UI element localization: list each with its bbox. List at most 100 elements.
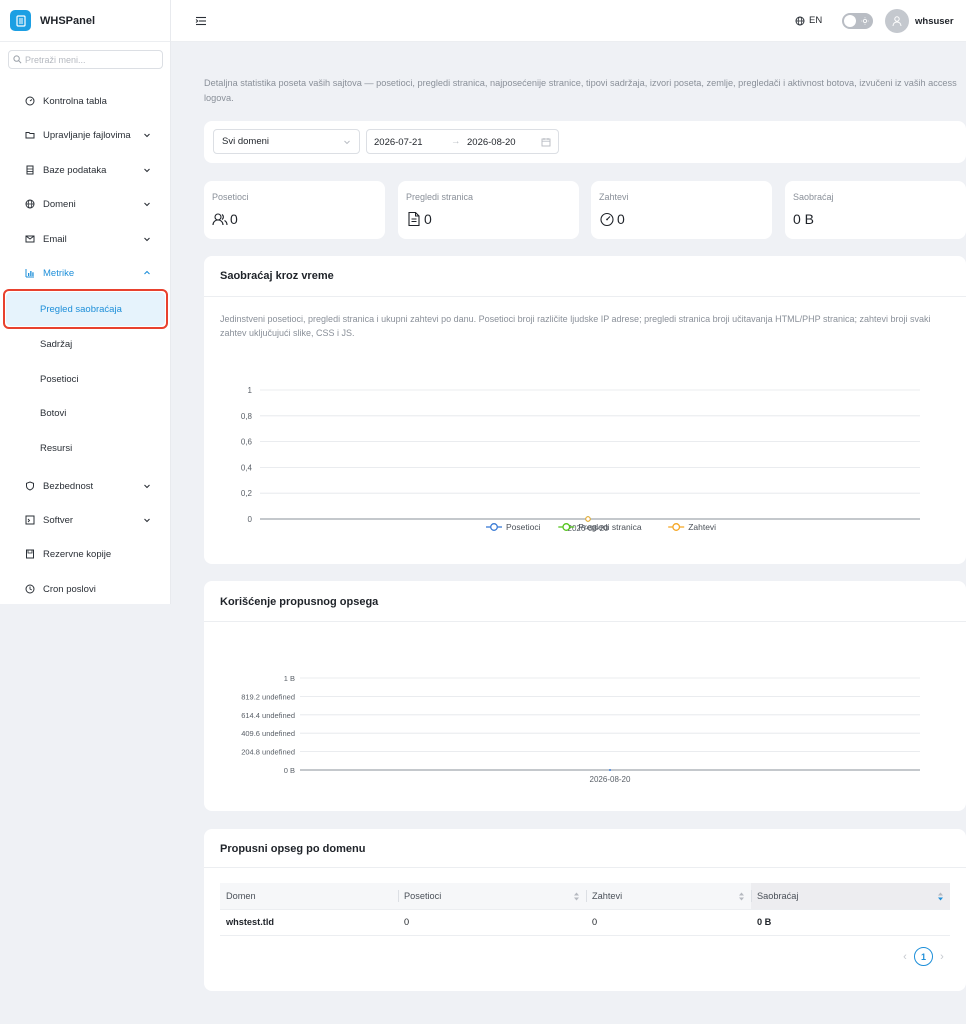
- sidebar-item-baze-podataka[interactable]: Baze podataka: [0, 155, 171, 185]
- stat-value-row: 0: [406, 211, 432, 227]
- globe-icon: [795, 16, 805, 25]
- software-icon: [24, 515, 35, 526]
- divider: [204, 621, 966, 622]
- table-row: whstest.tld 0 0 0 B: [220, 909, 950, 936]
- sort-icon[interactable]: [738, 892, 745, 901]
- domain-select[interactable]: Svi domeni: [213, 129, 360, 154]
- column-header-domen: Domen: [220, 883, 398, 910]
- sidebar-subitem-resursi[interactable]: Resursi: [40, 443, 72, 454]
- sidebar-item-cron-poslovi[interactable]: Cron poslovi: [0, 574, 171, 604]
- column-divider: [586, 890, 587, 902]
- date-range-picker[interactable]: 2026-07-21 → 2026-08-20: [366, 129, 559, 154]
- topbar: EN whsuser: [171, 0, 966, 42]
- y-tick-label: 614.4 undefined: [241, 711, 295, 720]
- date-from[interactable]: 2026-07-21: [374, 137, 423, 148]
- stat-value-row: 0: [212, 211, 238, 227]
- bar-chart-icon: [24, 268, 35, 279]
- sidebar-item-email[interactable]: Email: [0, 224, 171, 254]
- date-to[interactable]: 2026-08-20: [467, 137, 516, 148]
- sidebar-subitem-botovi[interactable]: Botovi: [40, 408, 66, 419]
- arrow-right-icon: →: [451, 136, 461, 147]
- sidebar-subitem-pregled-saobracaja[interactable]: Pregled saobraćaja: [6, 292, 165, 326]
- sidebar-subitem-posetioci[interactable]: Posetioci: [40, 374, 79, 385]
- stat-value-row: 0: [599, 211, 625, 227]
- sidebar-item-label: Domeni: [43, 198, 76, 210]
- sidebar-item-label: Rezervne kopije: [43, 548, 112, 560]
- username[interactable]: whsuser: [915, 16, 954, 27]
- sidebar-item-metrike[interactable]: Metrike: [0, 258, 171, 288]
- cell-visitors: 0: [398, 909, 586, 936]
- data-point: [585, 516, 591, 522]
- stat-card-zahtevi: Zahtevi 0: [591, 181, 772, 239]
- traffic-over-time-card: Saobraćaj kroz vreme Jedinstveni posetio…: [204, 256, 966, 564]
- language-switcher[interactable]: EN: [795, 15, 822, 26]
- menu-toggle-icon[interactable]: [195, 15, 207, 27]
- cell-traffic: 0 B: [751, 909, 950, 936]
- stat-value: 0: [424, 211, 432, 227]
- user-icon: [892, 16, 902, 27]
- divider: [204, 296, 966, 297]
- stat-label: Pregledi stranica: [406, 192, 474, 202]
- sort-icon[interactable]: [573, 892, 580, 901]
- sidebar-item-upravljanje-fajlovima[interactable]: Upravljanje fajlovima: [0, 120, 171, 150]
- sidebar-item-rezervne-kopije[interactable]: Rezervne kopije: [0, 539, 171, 569]
- sidebar-item-kontrolna-tabla[interactable]: Kontrolna tabla: [0, 86, 171, 116]
- legend-marker: [490, 523, 498, 531]
- sidebar-item-softver[interactable]: Softver: [0, 505, 171, 535]
- avatar[interactable]: [885, 9, 909, 33]
- clock-icon: [24, 584, 35, 595]
- card-title: Korišćenje propusnog opsega: [220, 596, 379, 608]
- domain-table: Domen Posetioci Zahtevi Saobraćaj whstes…: [220, 883, 950, 936]
- prev-page-icon[interactable]: ‹: [900, 951, 910, 963]
- y-tick-label: 1 B: [284, 674, 295, 683]
- sidebar-subitem-sadrzaj[interactable]: Sadržaj: [40, 339, 72, 350]
- chevron-down-icon: [144, 202, 150, 207]
- theme-toggle[interactable]: [842, 13, 873, 29]
- sidebar-item-label: Metrike: [43, 267, 75, 279]
- file-icon: [406, 211, 422, 227]
- y-tick-label: 0: [248, 515, 253, 524]
- y-tick-label: 0,6: [241, 438, 253, 447]
- legend-label: Pregledi stranica: [578, 522, 642, 532]
- stat-value: 0: [617, 211, 625, 227]
- y-tick-label: 0,4: [241, 463, 253, 472]
- mail-icon: [24, 234, 35, 245]
- stat-label: Zahtevi: [599, 192, 629, 202]
- sidebar-item-bezbednost[interactable]: Bezbednost: [0, 471, 171, 501]
- divider: [204, 867, 966, 868]
- users-icon: [212, 211, 228, 227]
- stat-value: 0 B: [793, 211, 815, 227]
- traffic-chart: 00,20,40,60,812026-08-20Posetioci Pregled…: [241, 386, 920, 533]
- calendar-icon: [541, 138, 551, 147]
- column-header-saobracaj[interactable]: Saobraćaj: [751, 883, 950, 910]
- sidebar-item-domeni[interactable]: Domeni: [0, 189, 171, 219]
- filter-bar: Svi domeni 2026-07-21 → 2026-08-20: [204, 121, 966, 163]
- y-tick-label: 409.6 undefined: [241, 729, 295, 738]
- page-number[interactable]: 1: [914, 947, 933, 966]
- sort-desc-icon[interactable]: [937, 892, 944, 901]
- data-point: [609, 769, 611, 771]
- brand-logo-icon[interactable]: [10, 10, 31, 31]
- toggle-knob: [844, 15, 856, 27]
- search-input[interactable]: [25, 54, 155, 65]
- column-header-label: Zahtevi: [592, 890, 623, 901]
- y-tick-label: 204.8 undefined: [241, 748, 295, 757]
- column-header-zahtevi[interactable]: Zahtevi: [586, 883, 751, 910]
- column-header-label: Saobraćaj: [757, 890, 799, 901]
- stat-card-posetioci: Posetioci 0: [204, 181, 385, 239]
- legend-marker: [672, 523, 681, 531]
- card-title: Propusni opseg po domenu: [220, 843, 366, 855]
- bandwidth-chart: 0 B 204.8 undefined 409.6 undefined 614.4 u…: [241, 674, 920, 784]
- bandwidth-card: Korišćenje propusnog opsega 0 B 204.8 und…: [204, 581, 966, 811]
- cell-domain: whstest.tld: [220, 909, 398, 936]
- next-page-icon[interactable]: ›: [937, 951, 947, 963]
- sidebar-item-label: Bezbednost: [43, 480, 94, 492]
- dashboard-icon: [24, 96, 35, 107]
- column-header-posetioci[interactable]: Posetioci: [398, 883, 586, 910]
- sidebar-item-label: Email: [43, 233, 67, 245]
- chevron-down-icon: [344, 140, 350, 145]
- legend-label: Zahtevi: [688, 522, 716, 532]
- menu-search[interactable]: [8, 50, 163, 69]
- legend-marker: [562, 523, 571, 531]
- language-label: EN: [809, 15, 823, 26]
